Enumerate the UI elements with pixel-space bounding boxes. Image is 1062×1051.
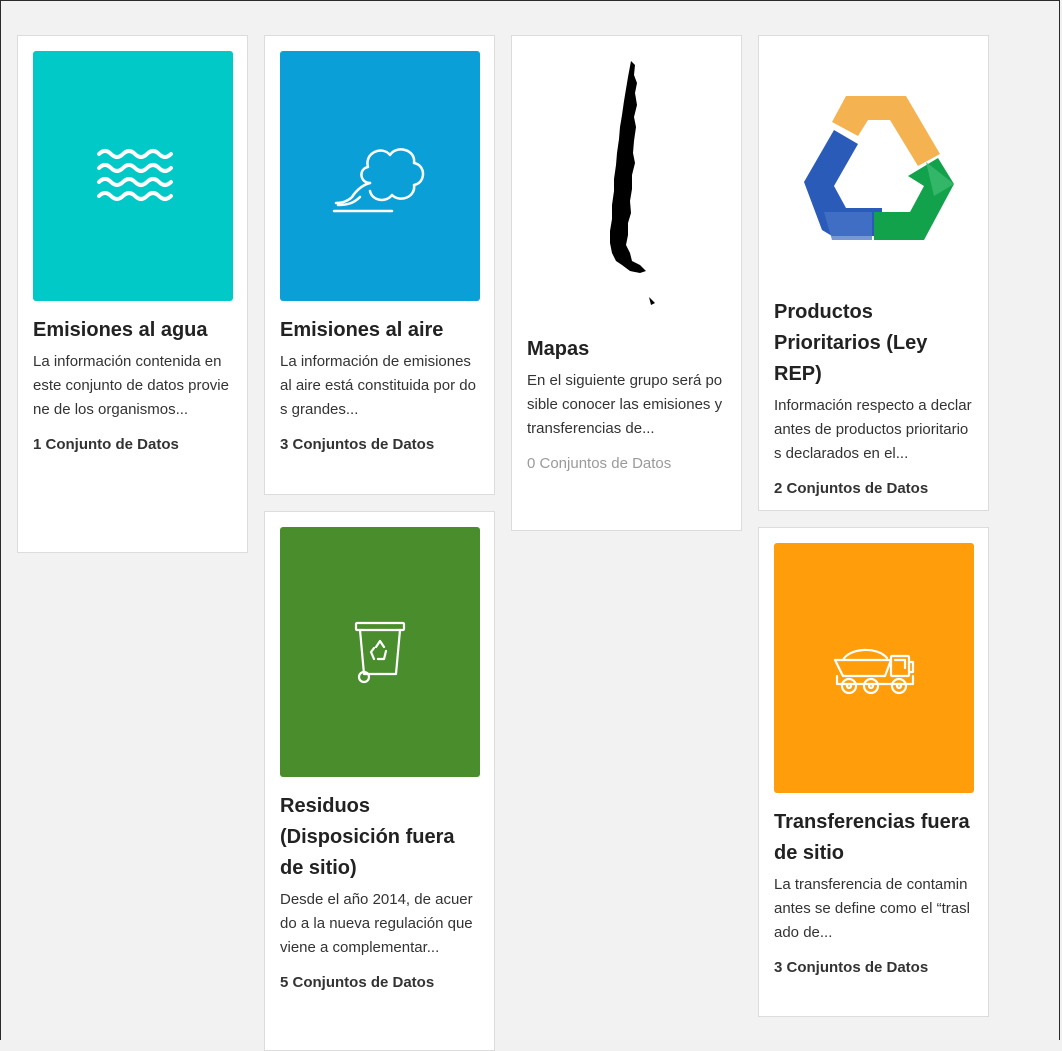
group-description: En el siguiente grupo será posible conoc… (527, 372, 723, 437)
cloud-smoke-icon (332, 148, 425, 213)
group-title[interactable]: Emisiones al agua (33, 315, 233, 346)
dataset-count: 2 Conjuntos de Datos (774, 480, 929, 497)
dataset-count: 0 Conjuntos de Datos (527, 455, 672, 472)
group-title[interactable]: Transferencias fuera de sitio (774, 807, 974, 869)
group-card-residuos[interactable]: Residuos (Disposición fuera de sitio) De… (264, 511, 495, 1051)
group-title[interactable]: Residuos (Disposición fuera de sitio) (280, 791, 480, 884)
group-card-emisiones-aire[interactable]: Emisiones al aire La información de emis… (264, 35, 495, 495)
group-description: Desde el año 2014, de acuerdo a la nueva… (280, 891, 473, 956)
group-card-emisiones-agua[interactable]: Emisiones al agua La información conteni… (17, 35, 248, 553)
group-description: La transferencia de contaminantes se def… (774, 876, 970, 941)
group-title[interactable]: Mapas (527, 334, 727, 365)
group-title[interactable]: Emisiones al aire (280, 315, 480, 346)
group-description: Información respecto a declarantes de pr… (774, 397, 972, 462)
recycle-icon (804, 96, 954, 240)
dataset-count: 5 Conjuntos de Datos (280, 974, 435, 991)
dump-truck-icon (833, 648, 915, 695)
groups-grid: Emisiones al agua La información conteni… (0, 0, 1060, 1051)
chile-map-icon (610, 60, 655, 305)
dataset-count: 1 Conjunto de Datos (33, 436, 179, 453)
group-description: La información contenida en este conjunt… (33, 353, 229, 418)
dataset-count: 3 Conjuntos de Datos (774, 959, 929, 976)
group-card-productos-prioritarios[interactable]: Productos Prioritarios (Ley REP) Informa… (758, 35, 989, 511)
group-thumbnail[interactable] (33, 51, 233, 301)
recycle-bin-icon (354, 621, 406, 684)
group-card-transferencias[interactable]: Transferencias fuera de sitio La transfe… (758, 527, 989, 1017)
group-title[interactable]: Productos Prioritarios (Ley REP) (774, 297, 974, 390)
group-thumbnail[interactable] (280, 51, 480, 301)
group-card-mapas[interactable]: Mapas En el siguiente grupo será posible… (511, 35, 742, 531)
group-description: La información de emisiones al aire está… (280, 353, 476, 418)
group-thumbnail[interactable] (774, 543, 974, 793)
group-thumbnail[interactable] (774, 51, 974, 281)
waves-icon (97, 149, 173, 201)
group-thumbnail[interactable] (527, 51, 727, 316)
group-thumbnail[interactable] (280, 527, 480, 777)
dataset-count: 3 Conjuntos de Datos (280, 436, 435, 453)
